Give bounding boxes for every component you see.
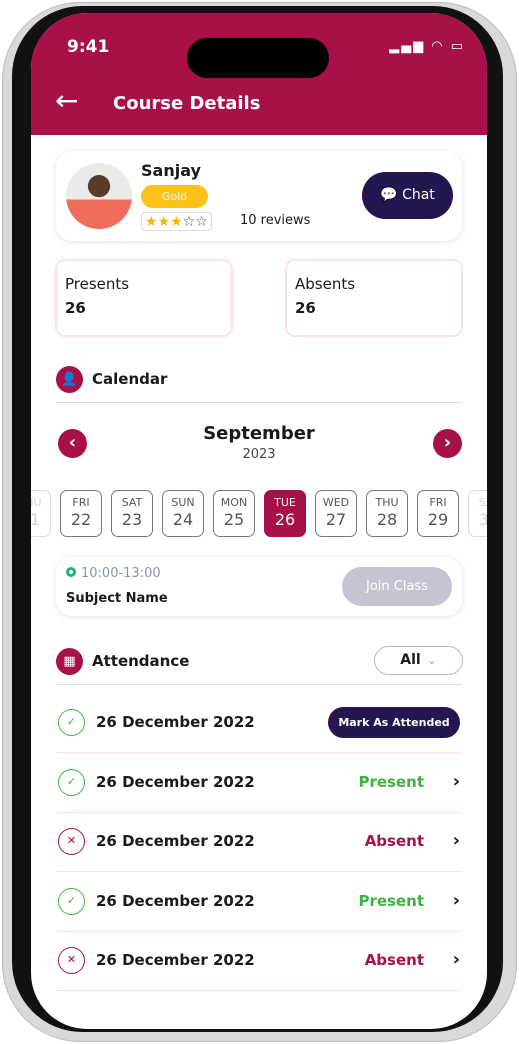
- level-badge: Gold: [141, 185, 208, 208]
- day-number: 25: [223, 510, 245, 529]
- calendar-check-icon: ✓: [58, 709, 85, 736]
- calendar-x-icon: ✕: [58, 947, 85, 974]
- attendance-date: 26 December 2022: [96, 832, 255, 850]
- status-time: 9:41: [67, 37, 110, 57]
- arrow-left-icon[interactable]: ←: [55, 87, 78, 115]
- day-of-week: THU: [31, 496, 42, 509]
- attendance-row[interactable]: ✕ 26 December 2022 Absent ›: [56, 813, 462, 872]
- star-rating: ★★★☆☆: [141, 212, 212, 231]
- session-time: 10:00-13:00: [66, 566, 161, 581]
- day-28[interactable]: THU 28: [366, 490, 408, 537]
- session-card: 10:00-13:00 Subject Name Join Class: [56, 557, 462, 616]
- chevron-right-icon[interactable]: ›: [453, 830, 460, 851]
- attendance-date: 26 December 2022: [96, 772, 255, 791]
- attendance-status: Present: [358, 772, 424, 791]
- calendar-check-icon: ✓: [58, 887, 85, 915]
- calendar-title: Calendar: [92, 370, 168, 388]
- chevron-right-icon[interactable]: ›: [453, 771, 460, 792]
- day-of-week: SUN: [171, 496, 195, 509]
- day-number: 24: [172, 510, 194, 529]
- day-of-week: THU: [375, 496, 399, 509]
- day-number: 30: [478, 510, 487, 529]
- attendance-row[interactable]: ✓ 26 December 2022 Present ›: [56, 754, 462, 813]
- chat-button[interactable]: 💬 Chat: [362, 172, 453, 219]
- calendar-x-icon: ✕: [58, 828, 85, 855]
- attendance-date: 26 December 2022: [96, 713, 255, 731]
- avatar: [66, 163, 132, 229]
- attendance-row[interactable]: ✕ 26 December 2022 Absent ›: [56, 932, 462, 991]
- session-time-text: 10:00-13:00: [81, 566, 161, 581]
- attendance-title: Attendance: [92, 652, 190, 670]
- next-month-button[interactable]: ›: [433, 429, 462, 458]
- presents-label: Presents: [65, 275, 130, 293]
- chat-bubble-icon: 💬: [380, 187, 398, 203]
- divider: [56, 402, 462, 403]
- day-of-week: MON: [220, 496, 248, 509]
- day-strip: THU21FRI22SAT23SUN24MON25TUE26WED27THU28…: [31, 490, 487, 537]
- app-header: 9:41 ▂▄▆ ◠ ▭ ← Course Details: [31, 13, 487, 135]
- status-icons: ▂▄▆ ◠ ▭: [389, 39, 465, 54]
- day-21[interactable]: THU21: [31, 490, 51, 537]
- subject-name: Subject Name: [66, 591, 168, 606]
- mark-as-attended-button[interactable]: Mark As Attended: [328, 707, 460, 738]
- day-24[interactable]: SUN 24: [162, 490, 204, 537]
- day-number: 29: [427, 510, 449, 529]
- attendance-filter-dropdown[interactable]: All ⌄: [374, 646, 463, 675]
- attendance-date: 26 December 2022: [96, 951, 255, 969]
- day-of-week: SAT: [121, 496, 143, 509]
- day-number: 26: [274, 510, 296, 529]
- day-of-week: SAT: [478, 496, 487, 509]
- day-of-week: TUE: [274, 496, 296, 509]
- day-29[interactable]: FRI 29: [417, 490, 459, 537]
- attendance-status: Absent: [364, 951, 424, 969]
- attendance-status: Present: [358, 891, 424, 910]
- chevron-right-icon[interactable]: ›: [453, 890, 460, 911]
- day-number: 23: [121, 510, 143, 529]
- chevron-right-icon[interactable]: ›: [453, 949, 460, 970]
- month-label: September: [203, 423, 315, 444]
- day-26[interactable]: TUE 26: [264, 490, 306, 537]
- day-number: 27: [325, 510, 347, 529]
- instructor-card: Sanjay Gold ★★★☆☆ 10 reviews 💬 Chat: [56, 151, 462, 241]
- star-icon: ★★★: [145, 214, 183, 230]
- day-number: 22: [70, 510, 92, 529]
- attendance-row[interactable]: ✓ 26 December 2022 Present ›: [56, 873, 462, 932]
- star-outline-icon: ☆☆: [182, 214, 208, 230]
- year-label: 2023: [242, 447, 276, 462]
- day-27[interactable]: WED 27: [315, 490, 357, 537]
- dynamic-island: [187, 38, 329, 78]
- chat-label: Chat: [402, 187, 435, 203]
- calendar-check-icon: ✓: [58, 768, 85, 796]
- attendance-status: Absent: [364, 832, 424, 850]
- filter-value: All: [400, 652, 421, 668]
- review-count: 10 reviews: [240, 213, 311, 228]
- status-dot-icon: [66, 567, 76, 577]
- absents-label: Absents: [295, 275, 356, 293]
- page-title: Course Details: [113, 93, 261, 114]
- instructor-name: Sanjay: [141, 161, 201, 180]
- presents-value: 26: [65, 299, 86, 317]
- calendar-user-icon: 👤: [56, 366, 83, 393]
- day-of-week: WED: [322, 496, 350, 509]
- day-23[interactable]: SAT 23: [111, 490, 153, 537]
- absents-card: Absents 26: [285, 259, 463, 337]
- screen: 9:41 ▂▄▆ ◠ ▭ ← Course Details Sanjay Gol…: [31, 13, 487, 1029]
- divider: [56, 684, 462, 685]
- day-25[interactable]: MON 25: [213, 490, 255, 537]
- presents-card: Presents 26: [55, 259, 233, 337]
- day-number: 21: [31, 510, 41, 529]
- day-22[interactable]: FRI 22: [60, 490, 102, 537]
- day-of-week: FRI: [72, 496, 90, 509]
- day-number: 28: [376, 510, 398, 529]
- chevron-down-icon: ⌄: [426, 653, 437, 667]
- calendar-grid-icon: ▦: [56, 648, 83, 675]
- day-30[interactable]: SAT30: [468, 490, 487, 537]
- join-class-button[interactable]: Join Class: [342, 567, 452, 606]
- absents-value: 26: [295, 299, 316, 317]
- attendance-row[interactable]: ✓ 26 December 2022 Mark As Attended: [56, 694, 462, 753]
- day-of-week: FRI: [429, 496, 447, 509]
- attendance-date: 26 December 2022: [96, 891, 255, 910]
